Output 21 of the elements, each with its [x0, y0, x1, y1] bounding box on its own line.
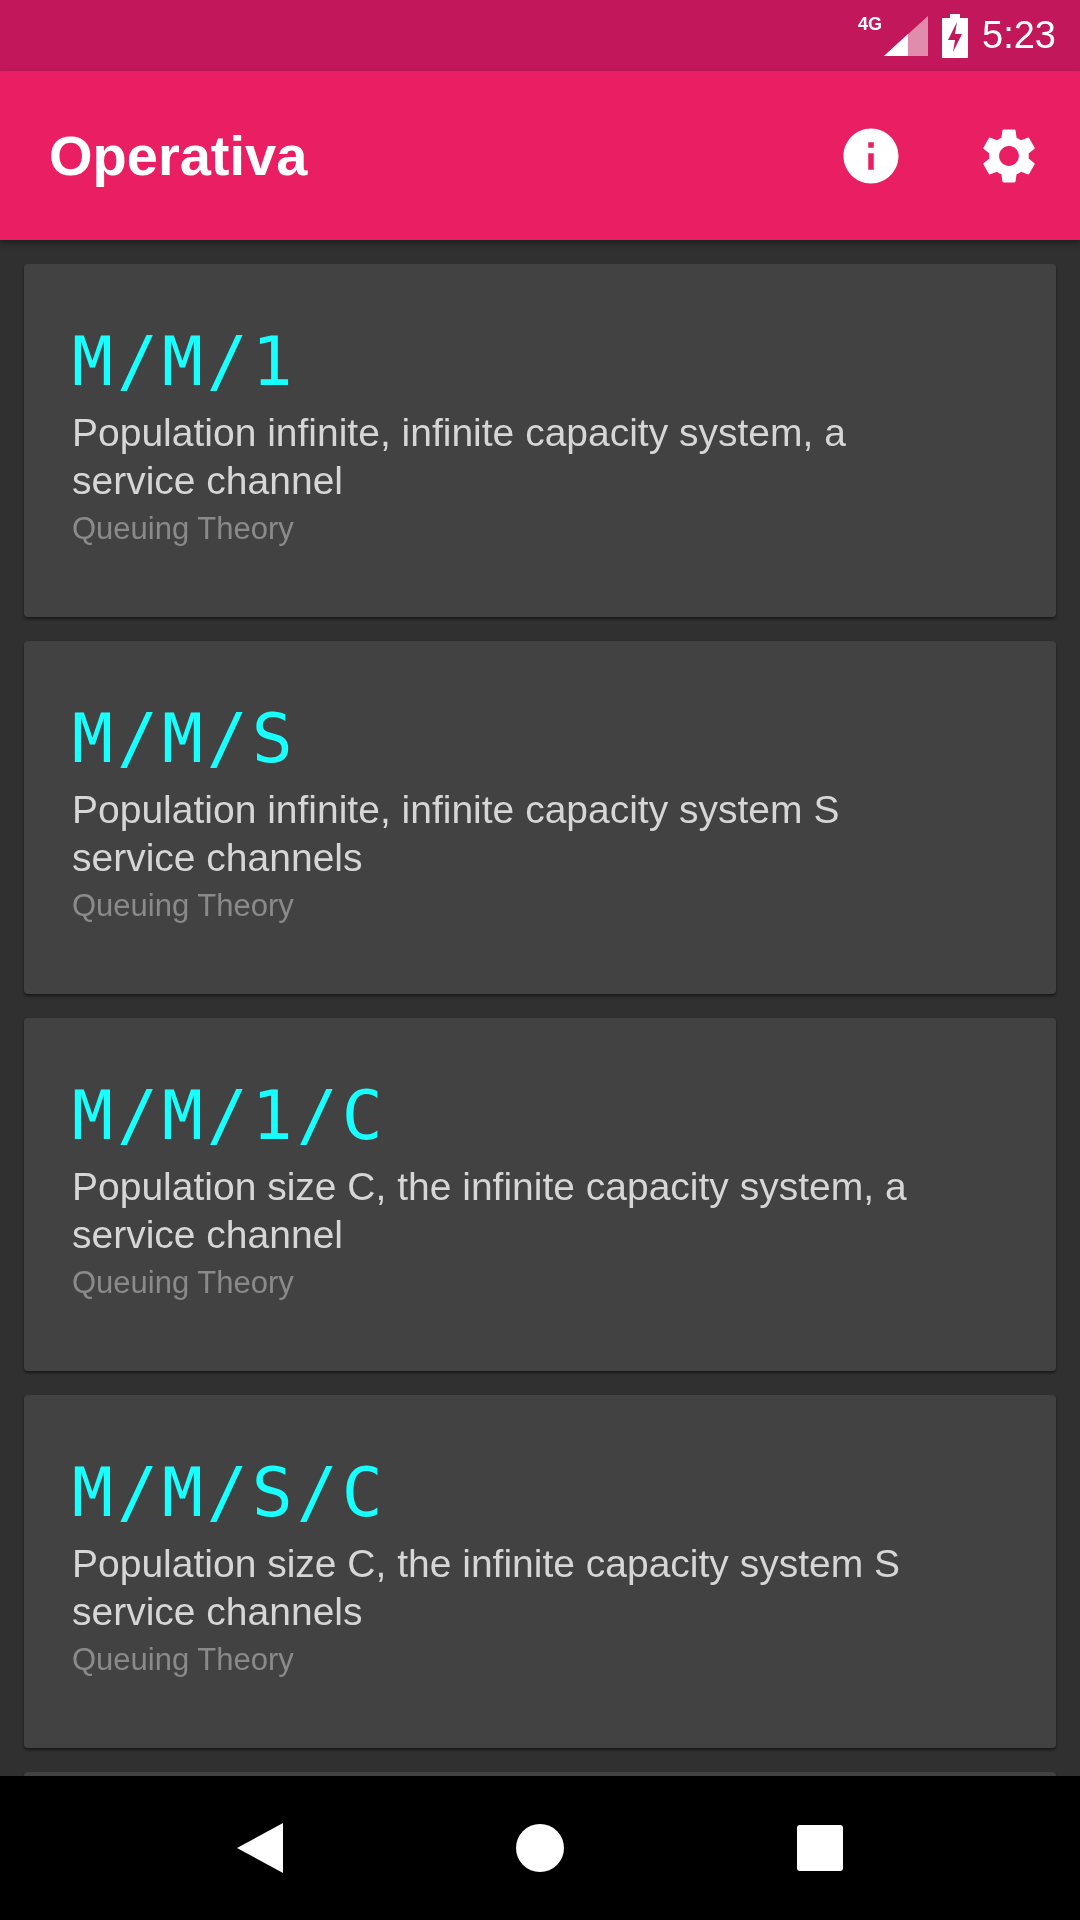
- network-type: 4G: [858, 14, 883, 35]
- model-category: Queuing Theory: [72, 1265, 295, 1302]
- app-title: Operativa: [49, 123, 309, 188]
- model-title: M/M/S: [72, 703, 298, 775]
- model-card[interactable]: M/M/S/C Population size C, the infinite capacity system S service channels Queuing Theory: [24, 1395, 1056, 1748]
- model-card[interactable]: M/M/S Population infinite, infinite capacity system S service channels Queuing Theory: [24, 641, 1056, 994]
- model-category: Queuing Theory: [72, 1642, 295, 1679]
- model-category: Queuing Theory: [72, 888, 295, 925]
- model-title: M/M/S/C: [72, 1457, 388, 1529]
- model-category: Queuing Theory: [72, 511, 295, 548]
- model-description: Population infinite, infinite capacity system, a service channel: [72, 410, 847, 505]
- battery-charging-icon: [942, 13, 969, 58]
- model-description: Population size C, the infinite capacity system, a service channel: [72, 1164, 908, 1259]
- model-description: Population size C, the infinite capacity system S service channels: [72, 1541, 902, 1636]
- model-card[interactable]: M/M/1/C Population size C, the infinite capacity system, a service channel Queuing Theory: [24, 1018, 1056, 1371]
- model-description: Population infinite, infinite capacity system S service channels: [72, 787, 841, 882]
- model-title: M/M/1: [72, 326, 298, 398]
- model-title: M/M/1/C: [72, 1080, 388, 1152]
- signal-icon: [884, 15, 929, 56]
- clock: 5:23: [982, 14, 1056, 57]
- model-card[interactable]: M/M/1 Population infinite, infinite capacity system, a service channel Queuing Theory: [24, 264, 1056, 617]
